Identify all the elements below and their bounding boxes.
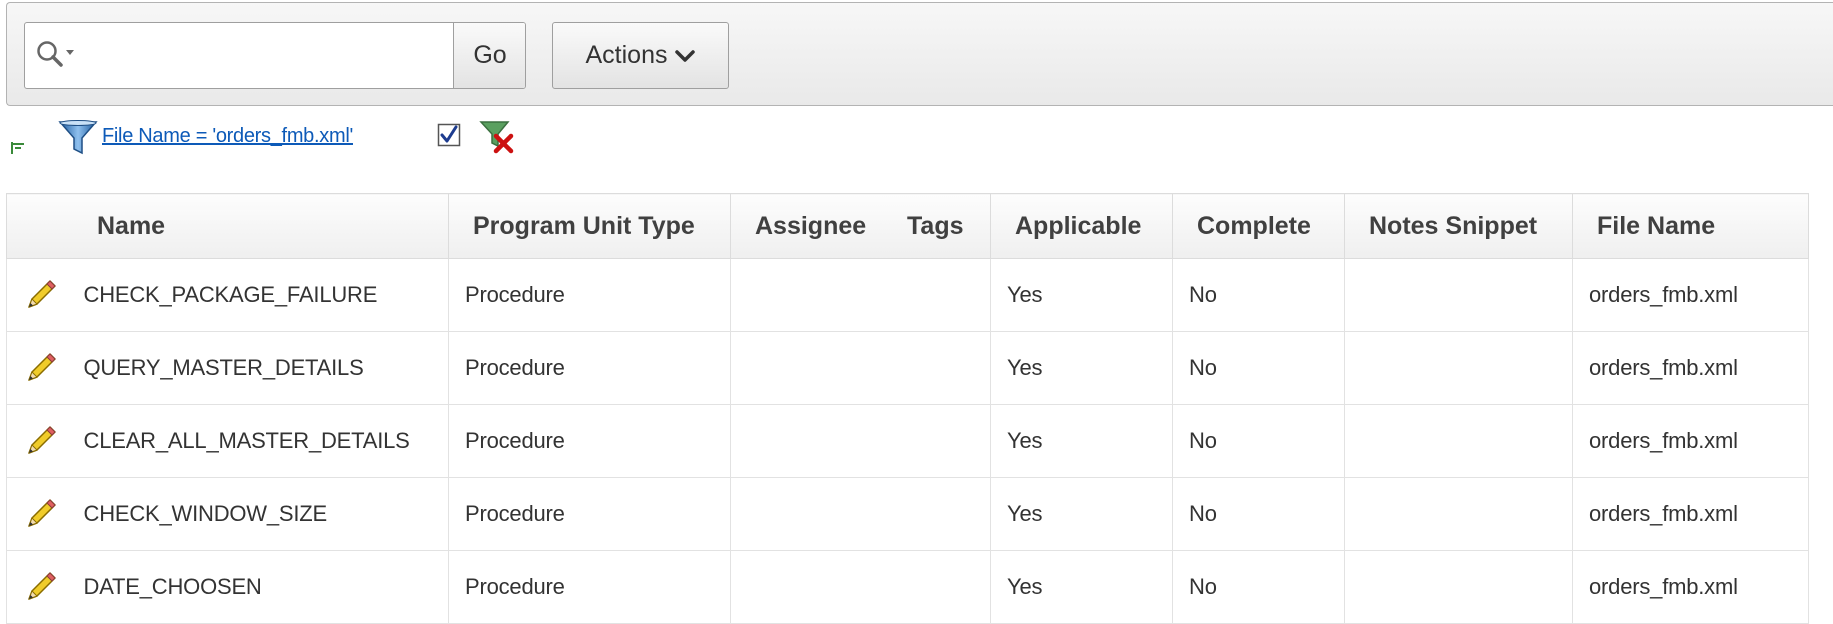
cell-applicable: Yes — [990, 331, 1173, 405]
table-row: QUERY_MASTER_DETAILS Procedure Yes No or… — [6, 331, 1809, 405]
cell-name: QUERY_MASTER_DETAILS — [77, 331, 449, 405]
pencil-icon — [28, 353, 56, 381]
cell-file-name: orders_fmb.xml — [1572, 477, 1809, 551]
cell-program-unit-type: Procedure — [448, 477, 731, 551]
cell-assignee — [730, 477, 881, 551]
go-button[interactable]: Go — [453, 23, 525, 88]
filter-enable-checkbox[interactable] — [437, 123, 461, 147]
search-input[interactable] — [97, 23, 453, 88]
caret-down-icon — [66, 50, 74, 55]
cell-tags — [880, 404, 991, 478]
report-table: Name Program Unit Type Assignee Tags App… — [6, 193, 1809, 624]
column-header-program-unit-type[interactable]: Program Unit Type — [448, 193, 731, 259]
column-header-complete[interactable]: Complete — [1172, 193, 1345, 259]
table-row: CHECK_PACKAGE_FAILURE Procedure Yes No o… — [6, 258, 1809, 332]
edit-row-link[interactable] — [23, 423, 59, 459]
cell-applicable: Yes — [990, 550, 1173, 624]
table-row: DATE_CHOOSEN Procedure Yes No orders_fmb… — [6, 550, 1809, 624]
cell-assignee — [730, 404, 881, 478]
edit-cell — [6, 550, 78, 624]
cell-notes-snippet — [1344, 258, 1573, 332]
column-header-tags[interactable]: Tags — [880, 193, 991, 259]
search-field: Go — [24, 22, 526, 89]
column-header-applicable[interactable]: Applicable — [990, 193, 1173, 259]
cell-complete: No — [1172, 550, 1345, 624]
edit-row-link[interactable] — [23, 350, 59, 386]
cell-tags — [880, 477, 991, 551]
pencil-icon — [28, 499, 56, 527]
column-header-notes-snippet[interactable]: Notes Snippet — [1344, 193, 1573, 259]
search-icon — [37, 41, 74, 67]
actions-label: Actions — [585, 41, 668, 69]
cell-name: CLEAR_ALL_MASTER_DETAILS — [77, 404, 449, 478]
funnel-icon — [58, 120, 98, 155]
cell-file-name: orders_fmb.xml — [1572, 404, 1809, 478]
cell-notes-snippet — [1344, 404, 1573, 478]
cell-notes-snippet — [1344, 331, 1573, 405]
column-header-name[interactable]: Name — [6, 193, 449, 259]
remove-filter-icon[interactable] — [478, 119, 516, 157]
cell-program-unit-type: Procedure — [448, 331, 731, 405]
cell-file-name: orders_fmb.xml — [1572, 550, 1809, 624]
search-columns-menu[interactable] — [33, 37, 91, 75]
collapse-icon — [11, 142, 24, 154]
cell-applicable: Yes — [990, 258, 1173, 332]
table-row: CHECK_WINDOW_SIZE Procedure Yes No order… — [6, 477, 1809, 551]
column-header-file-name[interactable]: File Name — [1572, 193, 1809, 259]
cell-complete: No — [1172, 477, 1345, 551]
cell-name: CHECK_WINDOW_SIZE — [77, 477, 449, 551]
collapse-toggle[interactable] — [10, 140, 28, 156]
table-header-row: Name Program Unit Type Assignee Tags App… — [6, 193, 1809, 259]
cell-name: DATE_CHOOSEN — [77, 550, 449, 624]
chevron-down-icon — [675, 49, 696, 62]
edit-cell — [6, 477, 78, 551]
cell-applicable: Yes — [990, 477, 1173, 551]
cell-tags — [880, 258, 991, 332]
cell-program-unit-type: Procedure — [448, 258, 731, 332]
table-body: CHECK_PACKAGE_FAILURE Procedure Yes No o… — [6, 258, 1809, 624]
edit-row-link[interactable] — [23, 569, 59, 605]
cell-program-unit-type: Procedure — [448, 404, 731, 478]
cell-complete: No — [1172, 258, 1345, 332]
edit-row-link[interactable] — [23, 496, 59, 532]
cell-file-name: orders_fmb.xml — [1572, 331, 1809, 405]
edit-cell — [6, 404, 78, 478]
report-toolbar: Go Actions — [6, 2, 1833, 106]
cell-tags — [880, 331, 991, 405]
cell-assignee — [730, 258, 881, 332]
cell-notes-snippet — [1344, 477, 1573, 551]
filter-link[interactable]: File Name = 'orders_fmb.xml' — [102, 125, 353, 148]
cell-notes-snippet — [1344, 550, 1573, 624]
cell-file-name: orders_fmb.xml — [1572, 258, 1809, 332]
filter-row: File Name = 'orders_fmb.xml' — [0, 115, 600, 163]
table-row: CLEAR_ALL_MASTER_DETAILS Procedure Yes N… — [6, 404, 1809, 478]
edit-cell — [6, 331, 78, 405]
pencil-icon — [28, 426, 56, 454]
cell-tags — [880, 550, 991, 624]
column-header-assignee[interactable]: Assignee — [730, 193, 881, 259]
pencil-icon — [28, 280, 56, 308]
cell-assignee — [730, 550, 881, 624]
cell-assignee — [730, 331, 881, 405]
cell-complete: No — [1172, 404, 1345, 478]
cell-applicable: Yes — [990, 404, 1173, 478]
cell-name: CHECK_PACKAGE_FAILURE — [77, 258, 449, 332]
edit-cell — [6, 258, 78, 332]
cell-complete: No — [1172, 331, 1345, 405]
actions-menu-button[interactable]: Actions — [552, 22, 729, 89]
edit-row-link[interactable] — [23, 277, 59, 313]
cell-program-unit-type: Procedure — [448, 550, 731, 624]
pencil-icon — [28, 572, 56, 600]
